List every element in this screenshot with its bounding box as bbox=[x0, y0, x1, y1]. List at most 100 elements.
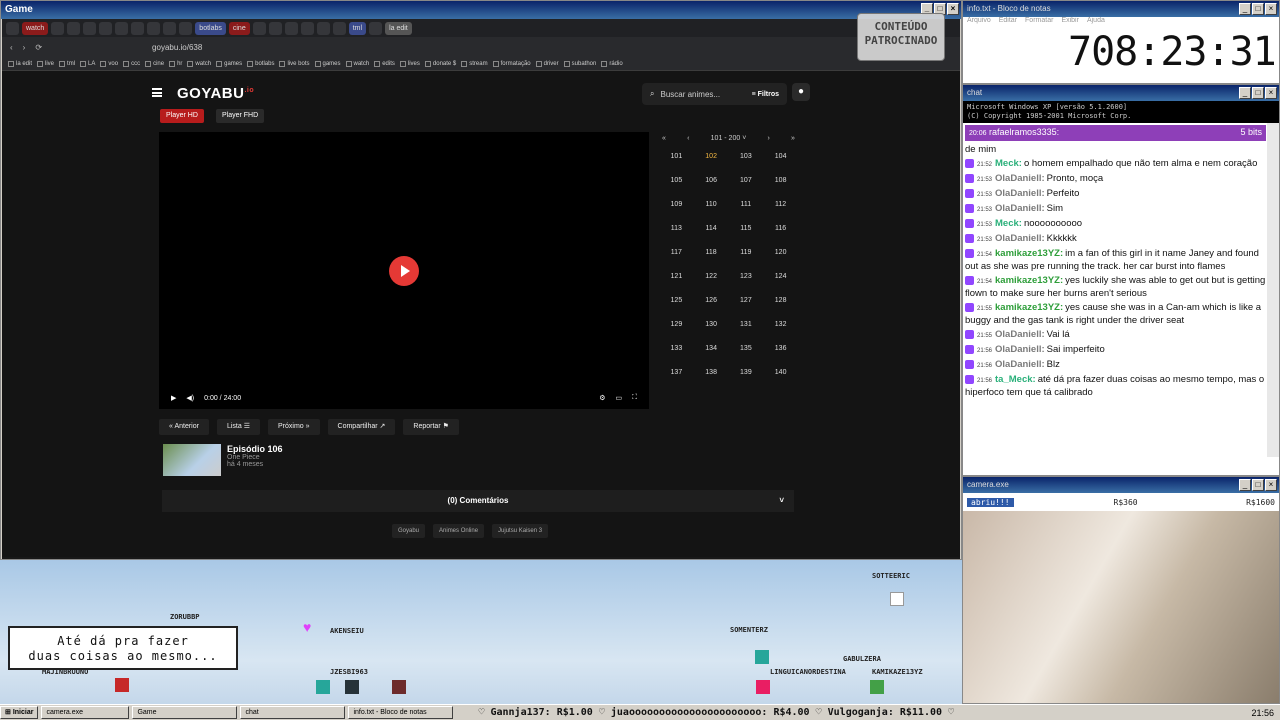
camera-titlebar[interactable]: camera.exe _ □ × bbox=[963, 477, 1279, 493]
tab-la-edit[interactable]: la edit bbox=[385, 21, 412, 35]
message-user[interactable]: OlaDaniell: bbox=[995, 173, 1045, 184]
video-player[interactable]: ▶ ◀) 0:00 / 24:00 ⚙ ▭ ⛶ bbox=[159, 132, 649, 409]
episode-button[interactable]: 102 bbox=[697, 150, 726, 163]
fullscreen-icon[interactable]: ⛶ bbox=[632, 394, 637, 402]
maximize-button[interactable]: □ bbox=[1252, 479, 1264, 491]
episode-button[interactable]: 135 bbox=[732, 342, 761, 355]
player-fhd-tab[interactable]: Player FHD bbox=[216, 109, 265, 123]
play-small-icon[interactable]: ▶ bbox=[171, 394, 176, 402]
previous-button[interactable]: « Anterior bbox=[159, 419, 209, 435]
tab[interactable] bbox=[6, 21, 19, 35]
episode-button[interactable]: 133 bbox=[662, 342, 691, 355]
tab-tml[interactable]: tml bbox=[348, 21, 367, 35]
message-user[interactable]: OlaDaniell: bbox=[995, 188, 1045, 199]
game-window-titlebar[interactable]: Game _ □ × bbox=[1, 1, 961, 19]
tab[interactable] bbox=[83, 21, 97, 35]
bookmark-item[interactable]: formatação bbox=[492, 60, 531, 67]
search-input[interactable]: Buscar animes... bbox=[660, 90, 720, 99]
bookmark-item[interactable]: LA bbox=[80, 60, 95, 67]
tab[interactable] bbox=[147, 21, 161, 35]
episode-button[interactable]: 101 bbox=[662, 150, 691, 163]
close-button[interactable]: × bbox=[1265, 479, 1277, 491]
report-button[interactable]: Reportar ⚑ bbox=[403, 419, 459, 435]
tab-cine[interactable]: cine bbox=[228, 21, 250, 35]
message-user[interactable]: Meck: bbox=[995, 218, 1022, 229]
episode-button[interactable]: 103 bbox=[732, 150, 761, 163]
tab[interactable] bbox=[369, 21, 383, 35]
episode-button[interactable]: 136 bbox=[766, 342, 795, 355]
tab[interactable] bbox=[115, 21, 129, 35]
theater-mode-icon[interactable]: ▭ bbox=[615, 394, 622, 402]
episode-thumbnail[interactable] bbox=[163, 444, 221, 476]
taskbar-item[interactable]: chat bbox=[240, 706, 346, 719]
episode-button[interactable]: 138 bbox=[697, 366, 726, 379]
bookmark-item[interactable]: la edit bbox=[8, 60, 32, 67]
filters-button[interactable]: ≡ Filtros bbox=[752, 91, 779, 98]
episode-button[interactable]: 122 bbox=[697, 270, 726, 283]
last-page-icon[interactable]: » bbox=[791, 135, 795, 142]
episode-button[interactable]: 126 bbox=[697, 294, 726, 307]
bookmark-item[interactable]: stream bbox=[461, 60, 488, 67]
bookmark-item[interactable]: ccc bbox=[123, 60, 140, 67]
bookmark-item[interactable]: tml bbox=[59, 60, 75, 67]
episode-button[interactable]: 134 bbox=[697, 342, 726, 355]
bookmark-item[interactable]: lives bbox=[399, 60, 420, 67]
tab[interactable] bbox=[51, 21, 65, 35]
search-bar[interactable]: ⌕ Buscar animes... ≡ Filtros bbox=[642, 83, 787, 105]
bookmark-item[interactable]: voo bbox=[100, 60, 118, 67]
message-user[interactable]: OlaDaniell: bbox=[995, 203, 1045, 214]
taskbar-item[interactable]: Game bbox=[132, 706, 238, 719]
share-button[interactable]: Compartilhar ↗ bbox=[327, 419, 396, 435]
minimize-button[interactable]: _ bbox=[1239, 3, 1251, 15]
episode-button[interactable]: 129 bbox=[662, 318, 691, 331]
bookmark-item[interactable]: watch bbox=[345, 60, 369, 67]
message-user[interactable]: Meck: bbox=[995, 158, 1022, 169]
episode-button[interactable]: 112 bbox=[766, 198, 795, 211]
episode-button[interactable]: 125 bbox=[662, 294, 691, 307]
episode-button[interactable]: 113 bbox=[662, 222, 691, 235]
episode-button[interactable]: 132 bbox=[766, 318, 795, 331]
maximize-button[interactable]: □ bbox=[1252, 87, 1264, 99]
close-button[interactable]: × bbox=[1265, 87, 1277, 99]
message-user[interactable]: OlaDaniell: bbox=[995, 233, 1045, 244]
player-hd-tab[interactable]: Player HD bbox=[160, 109, 204, 123]
message-user[interactable]: kamikaze13YZ: bbox=[995, 275, 1063, 286]
episode-button[interactable]: 119 bbox=[732, 246, 761, 259]
menu-item[interactable]: Formatar bbox=[1025, 17, 1053, 29]
tab[interactable] bbox=[67, 21, 81, 35]
site-logo[interactable]: GOYABU.io bbox=[177, 85, 254, 102]
episode-title[interactable]: Episódio 106 bbox=[227, 444, 283, 454]
episode-button[interactable]: 127 bbox=[732, 294, 761, 307]
menu-item[interactable]: Editar bbox=[999, 17, 1017, 29]
bookmark-item[interactable]: subathon bbox=[563, 60, 596, 67]
tab[interactable] bbox=[99, 21, 113, 35]
episode-button[interactable]: 140 bbox=[766, 366, 795, 379]
taskbar-item[interactable]: info.txt - Bloco de notas bbox=[348, 706, 454, 719]
chat-scrollbar[interactable] bbox=[1267, 123, 1279, 457]
episode-button[interactable]: 108 bbox=[766, 174, 795, 187]
episode-button[interactable]: 123 bbox=[732, 270, 761, 283]
tab[interactable] bbox=[316, 21, 330, 35]
episode-button[interactable]: 104 bbox=[766, 150, 795, 163]
episode-button[interactable]: 107 bbox=[732, 174, 761, 187]
forward-icon[interactable]: › bbox=[23, 43, 26, 52]
next-page-icon[interactable]: › bbox=[768, 135, 770, 142]
prev-page-icon[interactable]: ‹ bbox=[687, 135, 689, 142]
play-icon[interactable] bbox=[389, 256, 419, 286]
tab[interactable] bbox=[131, 21, 145, 35]
user-icon[interactable]: ● bbox=[792, 83, 810, 101]
footer-link[interactable]: Goyabu bbox=[392, 524, 426, 538]
close-button[interactable]: × bbox=[947, 3, 959, 15]
episode-button[interactable]: 114 bbox=[697, 222, 726, 235]
next-button[interactable]: Próximo » bbox=[268, 419, 320, 435]
bookmark-item[interactable]: donate $ bbox=[424, 60, 456, 67]
bookmark-item[interactable]: driver bbox=[535, 60, 559, 67]
episode-button[interactable]: 120 bbox=[766, 246, 795, 259]
message-user[interactable]: OlaDaniell: bbox=[995, 359, 1045, 370]
episode-button[interactable]: 111 bbox=[732, 198, 761, 211]
tab[interactable] bbox=[163, 21, 177, 35]
menu-item[interactable]: Exibir bbox=[1061, 17, 1079, 29]
episode-button[interactable]: 130 bbox=[697, 318, 726, 331]
notepad-titlebar[interactable]: info.txt - Bloco de notas _ □ × bbox=[963, 1, 1279, 17]
bookmark-item[interactable]: edits bbox=[374, 60, 395, 67]
